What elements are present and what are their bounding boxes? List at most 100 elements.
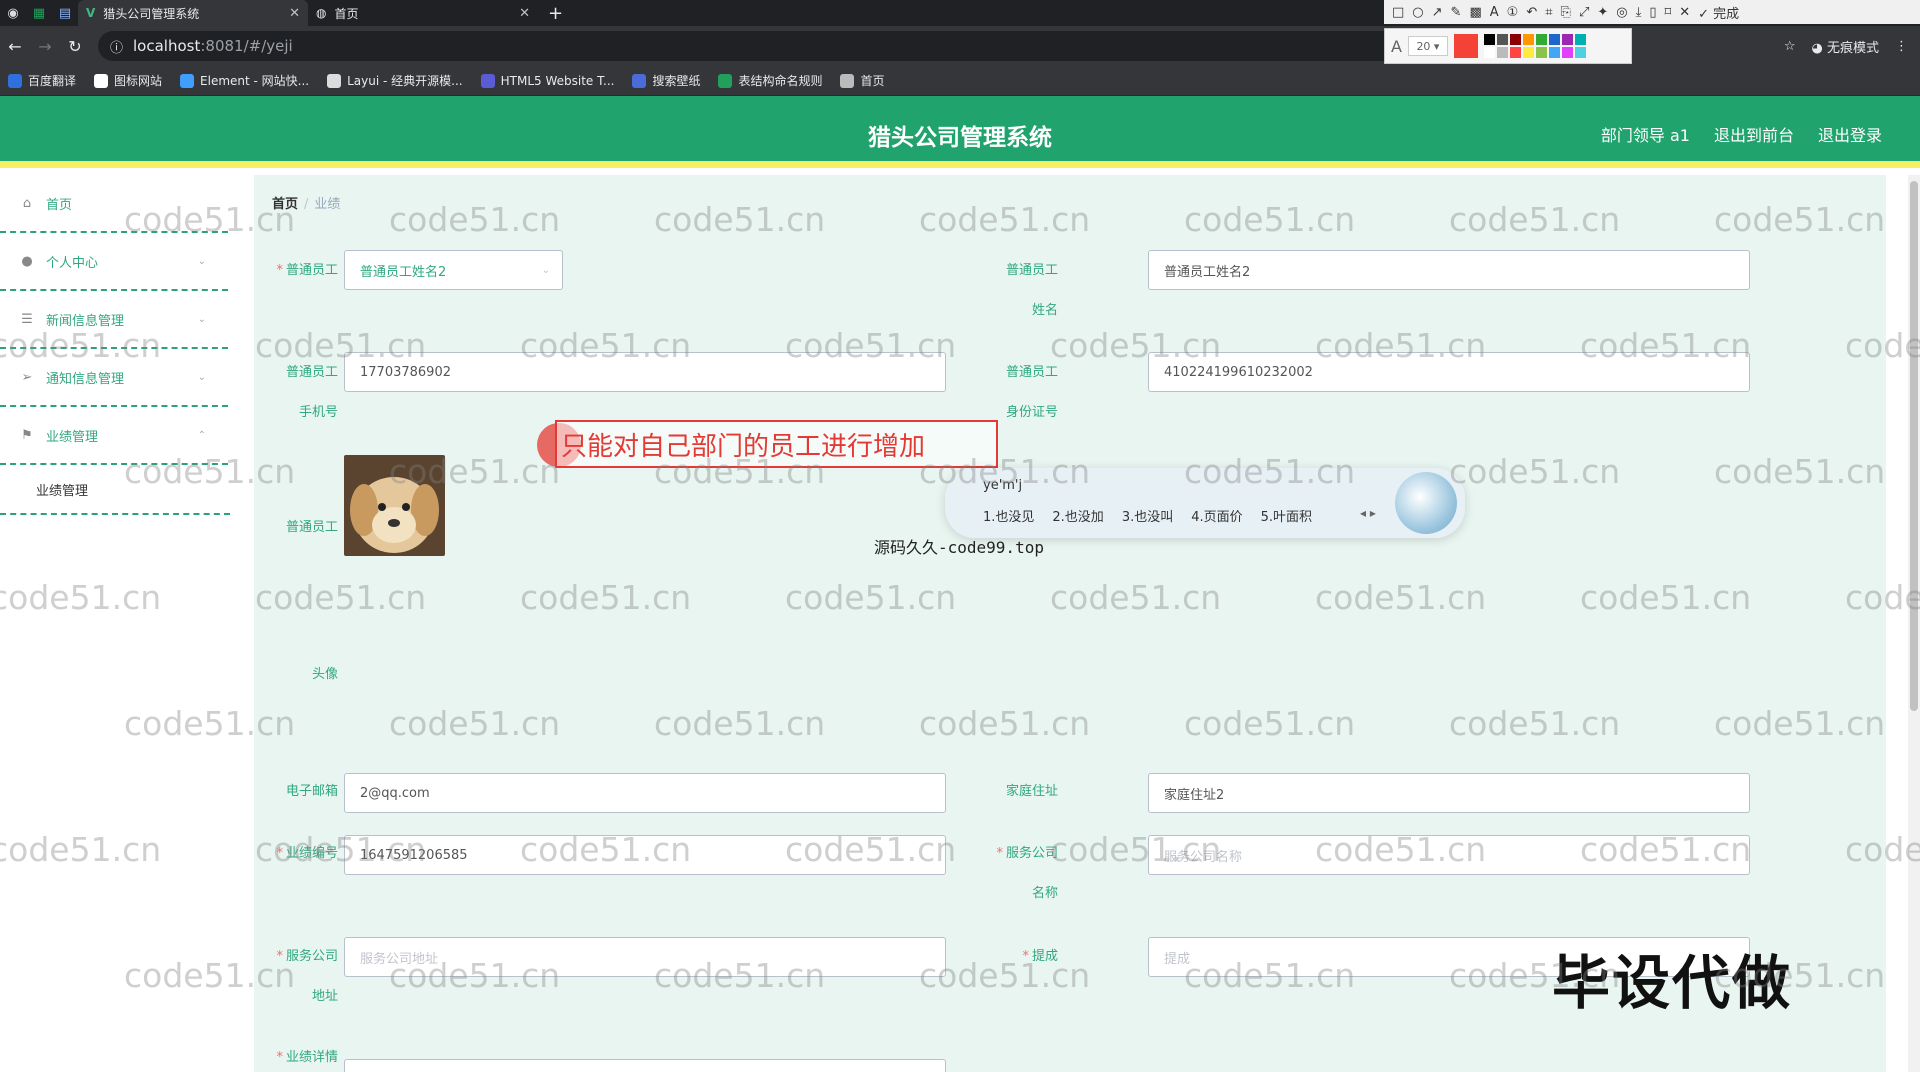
current-color-swatch[interactable]	[1453, 34, 1478, 58]
back-icon[interactable]: ←	[0, 37, 30, 56]
tab-title: 首页	[334, 6, 359, 21]
bookmark-item[interactable]: 图标网站	[94, 72, 162, 89]
tab-inactive[interactable]: ◍ 首页 ✕	[308, 0, 538, 26]
close-icon[interactable]: ✕	[289, 6, 300, 21]
more-icon[interactable]: ⋮	[1895, 39, 1908, 54]
color-swatch[interactable]	[1496, 47, 1508, 58]
mosaic-tool-icon[interactable]: ▩	[1469, 5, 1481, 20]
sidebar-item-news[interactable]: ☰ 新闻信息管理 ⌄	[0, 291, 228, 349]
color-swatch[interactable]	[1483, 47, 1495, 58]
browser-menu-icon[interactable]: ◉	[0, 0, 26, 26]
phone-field[interactable]: 17703786902	[344, 352, 946, 392]
breadcrumb: 首页 / 业绩	[272, 197, 341, 212]
ime-candidate[interactable]: 1.也没见	[983, 506, 1034, 525]
ime-composition: ye'm'j	[983, 478, 1023, 493]
url-input[interactable]: ⓘ localhost:8081/#/yeji	[98, 31, 1448, 61]
ime-candidate[interactable]: 2.也没加	[1052, 506, 1103, 525]
pinned-tab-icon-2[interactable]: ▤	[52, 0, 78, 26]
ellipse-tool-icon[interactable]: ○	[1412, 5, 1423, 20]
email-field[interactable]: 2@qq.com	[344, 773, 946, 813]
promo-stamp-text: 毕设代做	[1552, 949, 1793, 1017]
color-swatch[interactable]	[1535, 34, 1547, 45]
detail-editor[interactable]	[344, 1059, 946, 1072]
ime-candidate[interactable]: 4.页面价	[1191, 506, 1242, 525]
bookmark-item[interactable]: 搜索壁纸	[632, 72, 700, 89]
done-button[interactable]: ✓ 完成	[1698, 3, 1739, 22]
bookmark-item[interactable]: 百度翻译	[8, 72, 76, 89]
color-swatch[interactable]	[1509, 47, 1521, 58]
ime-page-arrows[interactable]: ◂ ▸	[1360, 506, 1376, 520]
download-icon[interactable]: ⤓	[1636, 5, 1642, 20]
new-tab-button[interactable]: +	[538, 3, 573, 24]
number-tool-icon[interactable]: ①	[1507, 5, 1519, 20]
color-swatch[interactable]	[1574, 34, 1586, 45]
forward-icon[interactable]: →	[30, 37, 60, 56]
record-icon[interactable]: ◎	[1616, 5, 1627, 20]
device-icon[interactable]: ▯	[1649, 5, 1656, 20]
color-swatch[interactable]	[1535, 47, 1547, 58]
sidebar-item-notice[interactable]: ➢ 通知信息管理 ⌄	[0, 349, 228, 407]
sidebar-subitem-performance[interactable]: 业绩管理	[0, 465, 230, 515]
star-icon[interactable]: ☆	[1784, 39, 1796, 54]
bookmark-item[interactable]: Element - 网站快...	[180, 72, 309, 89]
logout-link[interactable]: 退出登录	[1818, 122, 1882, 146]
bookmark-favicon-icon	[632, 73, 647, 88]
reload-icon[interactable]: ↻	[60, 37, 90, 56]
ime-candidate[interactable]: 3.也没叫	[1122, 506, 1173, 525]
color-swatch[interactable]	[1548, 47, 1560, 58]
avatar-image[interactable]	[344, 455, 445, 556]
incognito-badge[interactable]: ◕ 无痕模式	[1812, 37, 1880, 56]
detail-label: * 业绩详情	[276, 1050, 338, 1065]
scale-icon[interactable]: ⤢	[1579, 5, 1589, 20]
pen-tool-icon[interactable]: ✎	[1451, 5, 1462, 20]
sidebar-item-performance[interactable]: ⚑ 业绩管理 ⌃	[0, 407, 228, 465]
text-tool-icon[interactable]: A	[1490, 5, 1499, 20]
color-swatch[interactable]	[1574, 47, 1586, 58]
scroll-thumb[interactable]	[1910, 181, 1918, 711]
list-icon: ☰	[21, 311, 33, 327]
copy-icon[interactable]: ⎘	[1561, 5, 1571, 20]
ime-logo-icon	[1395, 472, 1457, 534]
address-field[interactable]: 家庭住址2	[1148, 773, 1750, 813]
company-addr-label: * 服务公司 地址	[276, 949, 338, 1004]
font-icon: A	[1391, 36, 1402, 56]
color-swatch[interactable]	[1561, 47, 1573, 58]
page-scrollbar[interactable]	[1908, 175, 1920, 1072]
sidebar-item-home[interactable]: ⌂ 首页	[0, 175, 228, 233]
rect-tool-icon[interactable]: □	[1392, 5, 1404, 20]
color-swatch[interactable]	[1561, 34, 1573, 45]
color-swatch[interactable]	[1548, 34, 1560, 45]
color-swatch[interactable]	[1522, 34, 1534, 45]
pinned-tab-icon[interactable]: ▦	[26, 0, 52, 26]
front-link[interactable]: 退出到前台	[1714, 122, 1794, 146]
crop-icon[interactable]: ⌗	[1545, 5, 1552, 20]
color-swatch[interactable]	[1509, 34, 1521, 45]
undo-icon[interactable]: ↶	[1526, 5, 1537, 20]
color-swatch[interactable]	[1483, 34, 1495, 45]
sidebar-item-label: 首页	[46, 197, 73, 213]
sidebar-item-profile[interactable]: ● 个人中心 ⌄	[0, 233, 228, 291]
cancel-icon[interactable]: ✕	[1679, 5, 1690, 20]
close-icon[interactable]: ✕	[519, 6, 530, 21]
address-bar: ← → ↻ ⓘ localhost:8081/#/yeji ☆ ◕ 无痕模式 ⋮	[0, 26, 1920, 66]
chevron-up-icon: ⌃	[197, 429, 206, 441]
breadcrumb-home[interactable]: 首页	[272, 197, 298, 212]
bookmark-item[interactable]: 首页	[840, 72, 885, 89]
ime-candidate[interactable]: 5.叶面积	[1261, 506, 1312, 525]
id-number-field[interactable]: 410224199610232002	[1148, 352, 1750, 392]
tab-active[interactable]: V 猎头公司管理系统 ✕	[78, 0, 308, 26]
pin-icon[interactable]: ✦	[1597, 5, 1608, 20]
bookmark-item[interactable]: Layui - 经典开源模...	[327, 72, 463, 89]
font-size-select[interactable]: 20 ▾	[1407, 36, 1448, 56]
bookmark-item[interactable]: HTML5 Website T...	[480, 73, 614, 88]
bookmark-icon[interactable]: ⌑	[1665, 5, 1672, 20]
bookmark-item[interactable]: 表结构命名规则	[718, 72, 822, 89]
color-swatch[interactable]	[1522, 47, 1534, 58]
company-name-field[interactable]: 服务公司名称	[1148, 835, 1750, 875]
employee-select[interactable]: 普通员工姓名2 ⌄	[344, 250, 563, 290]
color-swatch[interactable]	[1496, 34, 1508, 45]
arrow-tool-icon[interactable]: ↗	[1432, 5, 1443, 20]
name-field[interactable]: 普通员工姓名2	[1148, 250, 1750, 290]
company-addr-field[interactable]: 服务公司地址	[344, 937, 946, 977]
perf-no-field[interactable]: 1647591206585	[344, 835, 946, 875]
